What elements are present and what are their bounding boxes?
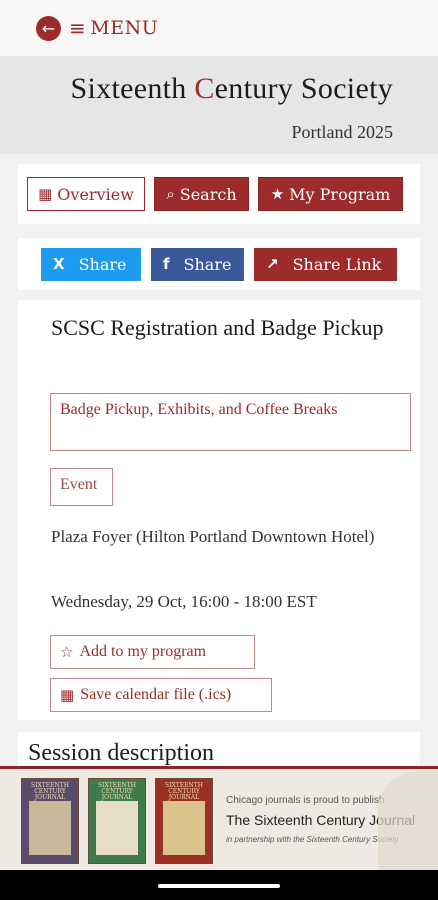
share-buttons: X Share f Share ↗ Share Link <box>18 238 420 290</box>
menu-label: MENU <box>90 17 159 39</box>
conference-header: Sixteenth Century Society Portland 2025 <box>0 56 438 154</box>
session-title: SCSC Registration and Badge Pickup <box>51 315 384 340</box>
facebook-icon: f <box>163 255 170 273</box>
track-tag[interactable]: Badge Pickup, Exhibits, and Coffee Break… <box>50 393 411 451</box>
share-link-button[interactable]: ↗ Share Link <box>254 247 397 281</box>
conference-subtitle: Portland 2025 <box>291 122 394 142</box>
society-seal-image <box>378 771 438 870</box>
share-x-button[interactable]: X Share <box>41 247 141 281</box>
overview-button[interactable]: ▦ Overview <box>27 177 145 211</box>
ad-line-publisher: Chicago journals is proud to publish <box>226 795 385 806</box>
system-nav-bar <box>0 870 438 900</box>
type-tag[interactable]: Event <box>50 468 113 506</box>
hamburger-icon: ≡ <box>69 16 87 40</box>
session-datetime: Wednesday, 29 Oct, 16:00 - 18:00 EST <box>51 592 317 611</box>
session-card: SCSC Registration and Badge Pickup Badge… <box>18 300 420 720</box>
calendar-icon: ▦ <box>38 185 53 203</box>
search-icon: ⌕ <box>166 185 175 203</box>
home-gesture-bar[interactable] <box>158 884 280 888</box>
journal-cover: SIXTEENTH CENTURY JOURNAL <box>88 778 146 864</box>
society-title: Sixteenth Century Society <box>70 72 393 105</box>
menu-button[interactable]: ≡ MENU <box>69 16 158 40</box>
nav-buttons: ▦ Overview ⌕ Search ★ My Program <box>18 164 420 224</box>
star-outline-icon: ☆ <box>60 643 74 661</box>
journal-cover: SIXTEENTH CENTURY JOURNAL <box>21 778 79 864</box>
calendar-icon: ▦ <box>60 686 75 704</box>
x-logo-icon: X <box>53 255 65 273</box>
search-button[interactable]: ⌕ Search <box>154 177 249 211</box>
journal-ad-banner[interactable]: SIXTEENTH CENTURY JOURNAL SIXTEENTH CENT… <box>0 766 438 870</box>
journal-cover: SIXTEENTH CENTURY JOURNAL <box>155 778 213 864</box>
external-link-icon: ↗ <box>266 255 279 273</box>
back-icon[interactable]: ← <box>36 15 61 41</box>
description-heading: Session description <box>28 740 214 766</box>
session-location: Plaza Foyer (Hilton Portland Downtown Ho… <box>51 527 375 546</box>
my-program-button[interactable]: ★ My Program <box>258 177 403 211</box>
star-icon: ★ <box>270 185 285 203</box>
share-facebook-button[interactable]: f Share <box>151 247 244 281</box>
top-bar: ← ≡ MENU <box>0 0 438 56</box>
save-ics-button[interactable]: ▦ Save calendar file (.ics) <box>50 678 272 712</box>
ad-line-partnership: in partnership with the Sixteenth Centur… <box>226 835 399 844</box>
add-to-program-button[interactable]: ☆ Add to my program <box>50 635 255 669</box>
